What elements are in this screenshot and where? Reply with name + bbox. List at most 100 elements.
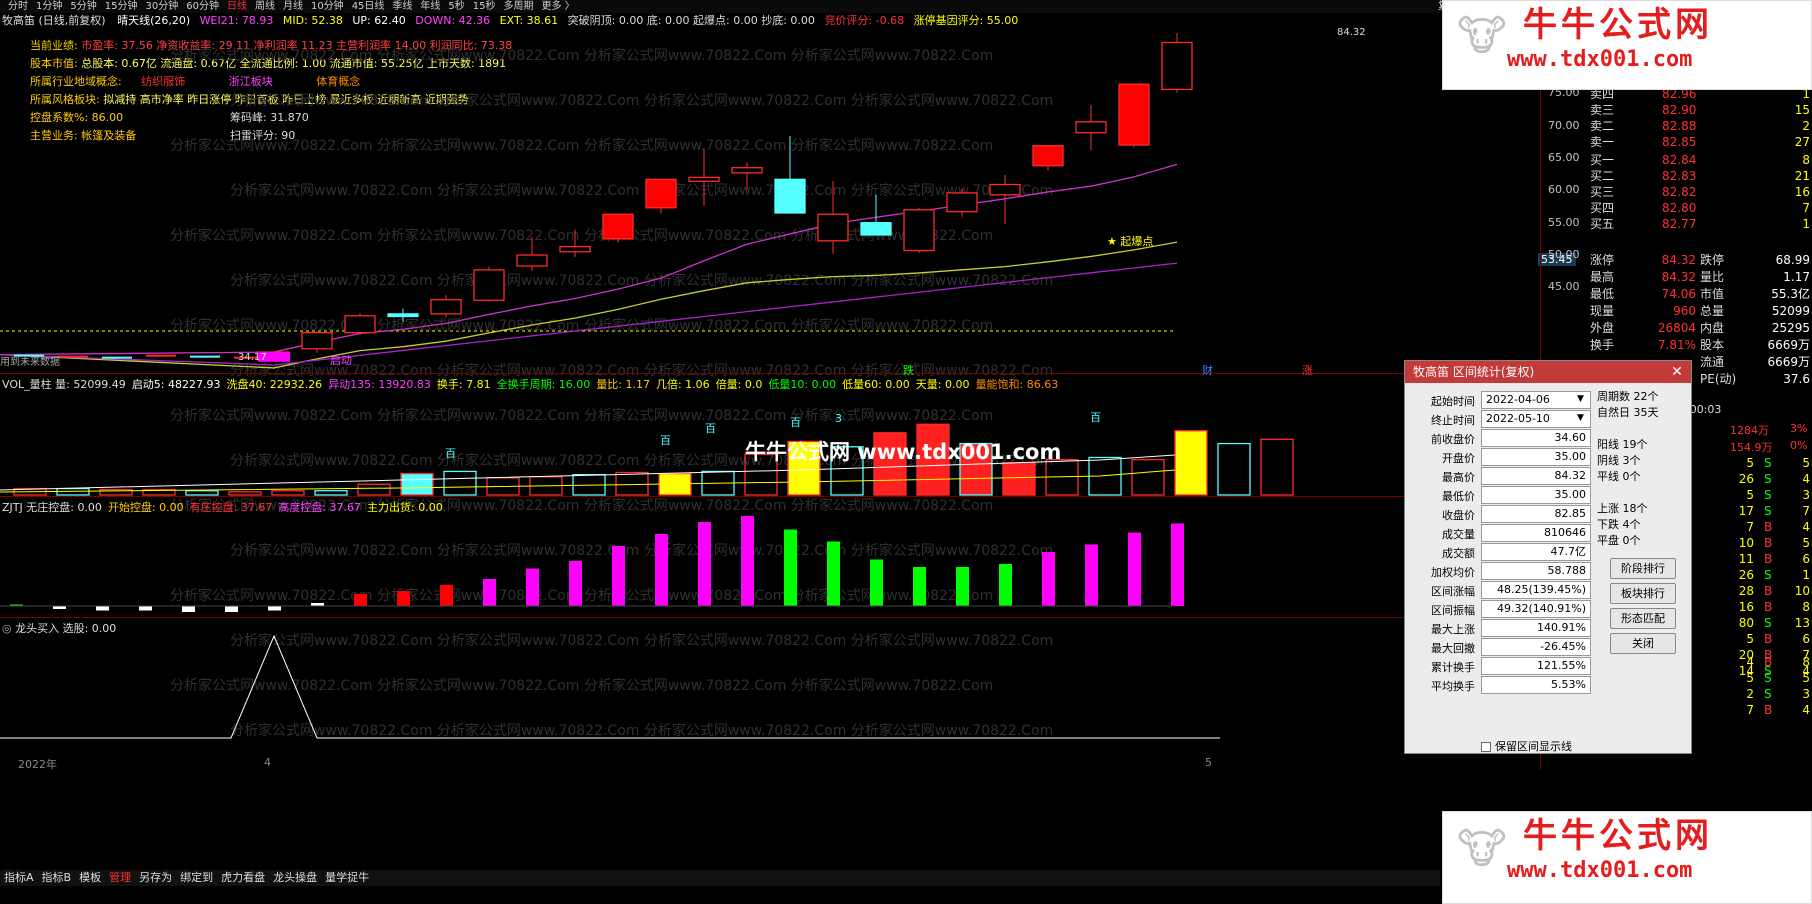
- watermark-text: 分析家公式网www.70822.Com 分析家公式网www.70822.Com …: [230, 632, 1053, 649]
- logo-watermark: 🐮 牛牛公式网 www.tdx001.com: [1442, 811, 1812, 904]
- candle-body: [387, 313, 419, 318]
- dialog-title: 牧高笛 区间统计(复权): [1413, 365, 1535, 379]
- bottom-tab[interactable]: 指标A: [0, 871, 38, 884]
- watermark-text: 分析家公式网www.70822.Com 分析家公式网www.70822.Com …: [230, 542, 1053, 559]
- future-data-label: 用到未来数据: [0, 357, 60, 368]
- volume-stat: VOL_量柱 量: 52099.49: [2, 378, 126, 391]
- qidong-label: 启动: [330, 354, 352, 367]
- checkbox-icon[interactable]: [1481, 742, 1491, 752]
- field-value: 121.55%: [1481, 657, 1591, 675]
- volume-bar: [185, 490, 219, 496]
- quote-price: 82.80: [1662, 201, 1697, 215]
- dropdown-icon[interactable]: ▼: [1577, 413, 1584, 423]
- volume-bar: [400, 472, 434, 496]
- keep-line-checkbox[interactable]: 保留区间显示线: [1481, 738, 1572, 754]
- volume-stat: 换手: 7.81: [436, 378, 491, 391]
- stat-value: 55.3亿: [1771, 287, 1810, 301]
- candle-body: [516, 254, 548, 267]
- bottom-tab[interactable]: 量学捉牛: [321, 871, 373, 884]
- volume-bar: [1131, 458, 1165, 496]
- volume-stat: 启动5: 48227.93: [131, 378, 221, 391]
- field-value: 5.53%: [1481, 676, 1591, 694]
- watermark-text: 分析家公式网www.70822.Com 分析家公式网www.70822.Com …: [230, 722, 1053, 739]
- bottom-tab[interactable]: 虎力看盘: [217, 871, 269, 884]
- big-amount: 154.9万: [1730, 441, 1773, 454]
- candle-body: [301, 332, 333, 350]
- zjtj-stat: 开始控盘: 0.00: [107, 501, 184, 514]
- candle-body: [1118, 83, 1150, 146]
- zjtj-bar: [440, 585, 453, 606]
- zjtj-bar: [569, 561, 582, 606]
- watermark-text: 分析家公式网www.70822.Com 分析家公式网www.70822.Com …: [170, 317, 993, 334]
- stat-label: 跌停: [1700, 253, 1725, 267]
- zjtj-bar: [182, 606, 195, 612]
- candle-body: [946, 192, 978, 213]
- summary-item: 平线 0个: [1597, 470, 1641, 483]
- trade-vol: 2: [1746, 687, 1754, 701]
- zjtj-bar: [741, 516, 754, 606]
- bottom-tab[interactable]: 龙头操盘: [269, 871, 321, 884]
- zjtj-bar: [96, 606, 109, 611]
- zjtj-bar: [225, 606, 238, 612]
- volume-bar: [228, 491, 262, 496]
- bottom-tab[interactable]: 模板: [75, 871, 105, 884]
- tick-side: B: [1764, 536, 1773, 550]
- stat-label: PE(动): [1700, 372, 1737, 386]
- logo-url: www.tdx001.com: [1507, 858, 1693, 883]
- dialog-titlebar[interactable]: 牧高笛 区间统计(复权) ✕: [1405, 361, 1691, 383]
- logo-watermark: 🐮 牛牛公式网 www.tdx001.com: [1442, 0, 1812, 90]
- tick-vol: 28: [1738, 584, 1754, 598]
- bottom-tabs: 指标A 指标B 模板 管理 另存为 绑定到 虎力看盘 龙头操盘 量学捉牛: [0, 870, 1440, 886]
- volume-bar: [314, 490, 348, 496]
- field-value[interactable]: 2022-05-10: [1481, 410, 1591, 428]
- tick-vol: 26: [1738, 568, 1754, 582]
- bottom-tab[interactable]: 绑定到: [176, 871, 217, 884]
- stat-value: 84.32: [1661, 270, 1696, 284]
- quote-volume: 16: [1794, 185, 1810, 199]
- tick-vol: 5: [1746, 632, 1754, 646]
- quote-volume: 27: [1794, 135, 1810, 149]
- bottom-tab[interactable]: 另存为: [135, 871, 176, 884]
- center-watermark: 牛牛公式网 www.tdx001.com: [745, 440, 1062, 464]
- zjtj-bar: [827, 541, 840, 606]
- tick-count: 5: [1802, 536, 1810, 550]
- tick-vol: 11: [1738, 552, 1754, 566]
- candle-body: [190, 355, 220, 358]
- dialog-button[interactable]: 阶段排行: [1610, 558, 1676, 579]
- tick-side: S: [1764, 568, 1772, 582]
- candle-body: [559, 245, 591, 253]
- field-label: 累计换手: [1431, 661, 1475, 674]
- dropdown-icon[interactable]: ▼: [1577, 394, 1584, 404]
- close-icon[interactable]: ✕: [1669, 361, 1685, 383]
- tick-side: B: [1764, 584, 1773, 598]
- candle-body: [1032, 145, 1064, 167]
- volume-stat: 几倍: 1.06: [655, 378, 710, 391]
- tick-side: S: [1764, 616, 1772, 630]
- cow-icon: 🐮: [1457, 824, 1507, 873]
- interval-stats-dialog[interactable]: 牧高笛 区间统计(复权) ✕ 起始时间 2022-04-06 ▼ 终止时间 2022-0…: [1404, 360, 1692, 754]
- candle-body: [645, 178, 677, 209]
- candle-body: [688, 176, 720, 182]
- stat-row: 最高 84.32 量比 1.17: [1590, 269, 1812, 286]
- quote-volume: 21: [1794, 169, 1810, 183]
- candle-body: [473, 269, 505, 301]
- candle-body: [344, 315, 376, 334]
- event-label: 财: [1202, 364, 1213, 377]
- tick-vol: 26: [1738, 472, 1754, 486]
- summary-item: 自然日 35天: [1597, 406, 1659, 419]
- month-label: 5: [1205, 756, 1212, 769]
- field-value[interactable]: 2022-04-06: [1481, 391, 1591, 409]
- field-value: 48.25(139.45%): [1481, 581, 1591, 599]
- bottom-tab[interactable]: 指标B: [38, 871, 76, 884]
- dialog-button[interactable]: 板块排行: [1610, 583, 1676, 604]
- divider: [0, 617, 1540, 618]
- candle-body: [58, 355, 88, 358]
- dialog-button[interactable]: 关闭: [1610, 633, 1676, 654]
- trade-vol: 7: [1746, 703, 1754, 717]
- dialog-button[interactable]: 形态匹配: [1610, 608, 1676, 629]
- candle-body: [817, 213, 849, 242]
- logo-text: 牛牛公式网: [1523, 816, 1713, 856]
- bottom-tab[interactable]: 管理: [105, 871, 135, 884]
- tick-vol: 16: [1738, 600, 1754, 614]
- zjtj-stat: 有庄控盘: 37.67: [189, 501, 273, 514]
